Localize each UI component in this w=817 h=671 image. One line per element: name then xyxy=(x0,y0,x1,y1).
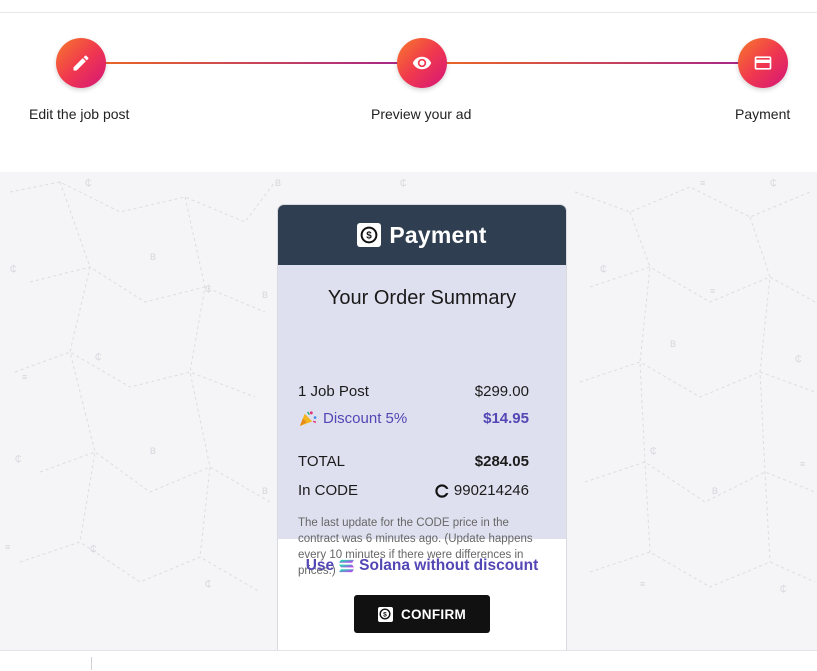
svg-text:₵: ₵ xyxy=(780,584,787,594)
code-label: In CODE xyxy=(298,482,359,499)
pencil-icon xyxy=(73,55,89,71)
eye-icon xyxy=(412,56,432,70)
svg-text:₵: ₵ xyxy=(205,579,212,589)
svg-text:$: $ xyxy=(367,231,373,242)
confirm-coin-icon: $ xyxy=(377,606,393,622)
total-label: TOTAL xyxy=(298,453,345,470)
stepper-track-1 xyxy=(80,62,422,64)
code-currency-icon xyxy=(435,483,449,498)
item-price: $299.00 xyxy=(474,383,529,400)
step-edit-label[interactable]: Edit the job post xyxy=(29,106,129,122)
confirm-button[interactable]: $ CONFIRM xyxy=(354,595,490,633)
svg-text:B: B xyxy=(262,290,268,300)
summary-title: Your Order Summary xyxy=(327,287,517,309)
svg-text:B: B xyxy=(670,339,676,349)
item-label: 1 Job Post xyxy=(298,383,369,400)
svg-text:B: B xyxy=(712,486,718,496)
svg-text:B: B xyxy=(150,252,156,262)
step-edit-button[interactable] xyxy=(56,38,106,88)
svg-text:₵: ₵ xyxy=(85,178,92,188)
discount-row: Discount 5% $14.95 xyxy=(298,410,529,427)
svg-text:$: $ xyxy=(384,611,388,618)
svg-text:₵: ₵ xyxy=(600,264,607,274)
svg-text:₵: ₵ xyxy=(795,354,802,364)
alt-prefix: Use xyxy=(305,557,335,574)
item-row: 1 Job Post $299.00 xyxy=(298,383,529,400)
svg-text:≡: ≡ xyxy=(700,178,705,188)
code-coin-icon: $ xyxy=(357,223,382,247)
total-value: $284.05 xyxy=(474,453,529,470)
code-row: In CODE 990214246 xyxy=(298,482,529,499)
code-value-group: 990214246 xyxy=(435,482,529,499)
svg-text:₵: ₵ xyxy=(10,264,17,274)
confirm-label: CONFIRM xyxy=(400,606,467,622)
svg-text:≡: ≡ xyxy=(800,459,805,469)
credit-card-icon xyxy=(754,56,772,70)
card-title: Payment xyxy=(389,221,487,248)
svg-text:≡: ≡ xyxy=(710,286,715,296)
card-header: $ Payment xyxy=(278,205,566,265)
stepper-track-2 xyxy=(422,62,763,64)
discount-value: $14.95 xyxy=(483,410,529,427)
svg-text:≡: ≡ xyxy=(22,372,27,382)
step-payment-button[interactable] xyxy=(738,38,788,88)
bottom-divider-tick xyxy=(91,657,92,670)
order-summary: Your Order Summary 1 Job Post $299.00 Di… xyxy=(278,265,566,577)
code-value: 990214246 xyxy=(453,482,529,499)
svg-text:₵: ₵ xyxy=(90,544,97,554)
svg-text:₵: ₵ xyxy=(95,352,102,362)
discount-label-group: Discount 5% xyxy=(298,410,407,427)
svg-text:₵: ₵ xyxy=(15,454,22,464)
svg-text:₵: ₵ xyxy=(205,284,212,294)
solana-payment-link[interactable]: Use Solana without discount xyxy=(278,557,566,575)
discount-label: Discount 5% xyxy=(323,410,408,427)
svg-text:≡: ≡ xyxy=(5,542,10,552)
svg-text:≡: ≡ xyxy=(640,579,645,589)
total-row: TOTAL $284.05 xyxy=(298,453,529,470)
svg-text:₵: ₵ xyxy=(770,178,777,188)
progress-stepper: Edit the job post Preview your ad Paymen… xyxy=(0,0,817,172)
party-popper-icon xyxy=(299,411,317,427)
svg-text:B: B xyxy=(262,486,268,496)
svg-text:₵: ₵ xyxy=(650,446,657,456)
alt-text: Solana without discount xyxy=(359,557,539,574)
step-preview-label[interactable]: Preview your ad xyxy=(371,106,471,122)
solana-icon xyxy=(339,559,355,573)
bottom-bar xyxy=(0,650,817,671)
payment-card: $ Payment Your Order Summary 1 Job Post … xyxy=(278,205,566,655)
step-payment-label[interactable]: Payment xyxy=(735,106,790,122)
svg-text:B: B xyxy=(150,446,156,456)
svg-text:B: B xyxy=(275,178,281,188)
svg-text:₵: ₵ xyxy=(400,178,407,188)
step-preview-button[interactable] xyxy=(397,38,447,88)
